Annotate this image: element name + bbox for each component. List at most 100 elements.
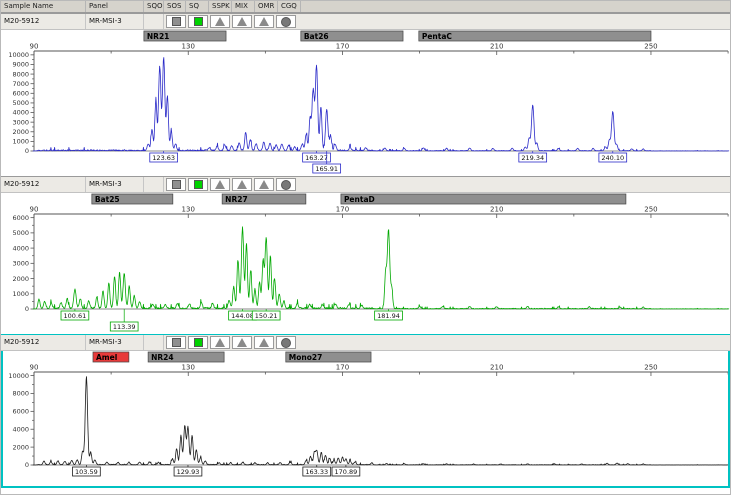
column-header-cgq[interactable]: CGQ [278, 1, 301, 12]
x-tick-label: 210 [490, 206, 503, 214]
x-tick-label: 170 [336, 43, 349, 51]
peak-size-label: 240.10 [601, 154, 624, 162]
sos-flag[interactable] [166, 336, 186, 349]
mix-flag-icon [237, 17, 247, 26]
sample-row[interactable]: M20-5912 MR-MSI-3 [1, 14, 730, 30]
electropherogram-trace [33, 227, 729, 309]
quality-flags [166, 178, 298, 191]
peak-size-label: 181.94 [377, 312, 400, 320]
peak-size-label: 150.21 [255, 312, 278, 320]
marker-label: NR21 [147, 32, 170, 41]
sq-flag[interactable] [188, 15, 208, 28]
cgq-flag[interactable] [276, 15, 296, 28]
y-tick-label: 7000 [12, 80, 29, 88]
panel-name[interactable]: MR-MSI-3 [86, 177, 144, 192]
header-filler [301, 1, 730, 12]
quality-flags [166, 336, 298, 349]
column-header-sample-name[interactable]: Sample Name [1, 1, 86, 12]
sos-flag-icon [172, 180, 181, 189]
column-header-omr[interactable]: OMR [255, 1, 278, 12]
y-tick-label: 0 [25, 461, 29, 469]
y-tick-label: 4000 [12, 244, 29, 252]
peak-size-label: 163.27 [305, 154, 328, 162]
x-tick-label: 90 [30, 364, 39, 372]
sos-flag[interactable] [166, 15, 186, 28]
peak-size-label: 103.59 [75, 468, 98, 476]
electropherogram-plot[interactable]: Bat25NR27PentaD9013017021025060005000400… [1, 193, 731, 334]
column-header-sqo[interactable]: SQO [144, 1, 164, 12]
sos-flag[interactable] [166, 178, 186, 191]
sspk-flag[interactable] [210, 336, 230, 349]
mix-flag[interactable] [232, 178, 252, 191]
y-tick-label: 1000 [12, 290, 29, 298]
sample-name[interactable]: M20-5912 [1, 335, 86, 350]
x-tick-label: 250 [644, 43, 657, 51]
x-tick-label: 170 [336, 364, 349, 372]
column-header-panel[interactable]: Panel [86, 1, 144, 12]
omr-flag-icon [259, 180, 269, 189]
y-tick-label: 6000 [12, 214, 29, 222]
cgq-flag[interactable] [276, 178, 296, 191]
sqo-cell [144, 177, 164, 192]
column-header-sspk[interactable]: SSPK [209, 1, 232, 12]
column-header-sq[interactable]: SQ [186, 1, 209, 12]
mix-flag[interactable] [232, 15, 252, 28]
sos-flag-icon [172, 17, 181, 26]
electropherogram-plot[interactable]: NR21Bat26PentaC9013017021025010000900080… [1, 30, 731, 176]
peak-size-label: 123.63 [152, 154, 175, 162]
column-header-mix[interactable]: MIX [232, 1, 255, 12]
x-tick-label: 90 [30, 206, 39, 214]
x-tick-label: 250 [644, 364, 657, 372]
electropherogram-plot[interactable]: AmelNR24Mono2790130170210250100008000600… [1, 351, 731, 488]
omr-flag[interactable] [254, 336, 274, 349]
marker-label: PentaC [422, 32, 453, 41]
electropherogram-trace [33, 58, 729, 152]
sspk-flag-icon [215, 17, 225, 26]
sample-row[interactable]: M20-5912 MR-MSI-3 [1, 177, 730, 193]
x-tick-label: 90 [30, 43, 39, 51]
electropherogram-panel-blue[interactable]: M20-5912 MR-MSI-3 NR21Bat26PentaC9013017… [1, 13, 730, 176]
sspk-flag[interactable] [210, 178, 230, 191]
peak-size-label: 219.34 [521, 154, 544, 162]
sspk-flag[interactable] [210, 15, 230, 28]
x-tick-label: 170 [336, 206, 349, 214]
column-header-sos[interactable]: SOS [164, 1, 186, 12]
panel-name[interactable]: MR-MSI-3 [86, 335, 144, 350]
y-tick-label: 1000 [12, 138, 29, 146]
cgq-flag[interactable] [276, 336, 296, 349]
sqo-cell [144, 335, 164, 350]
sspk-flag-icon [215, 180, 225, 189]
y-tick-label: 9000 [12, 61, 29, 69]
mix-flag[interactable] [232, 336, 252, 349]
x-tick-label: 210 [490, 364, 503, 372]
peak-size-label: 163.33 [305, 468, 328, 476]
y-tick-label: 10000 [8, 51, 29, 59]
panel-name[interactable]: MR-MSI-3 [86, 14, 144, 29]
sos-flag-icon [172, 338, 181, 347]
marker-bar-pentad[interactable] [341, 194, 626, 204]
y-tick-label: 10000 [8, 372, 29, 380]
x-tick-label: 130 [182, 364, 195, 372]
table-header: Sample Name Panel SQO SOS SQ SSPK MIX OM… [1, 1, 730, 13]
electropherogram-panel-green[interactable]: M20-5912 MR-MSI-3 Bat25NR27PentaD9013017… [1, 176, 730, 334]
marker-bar-pentac[interactable] [419, 31, 651, 41]
sample-name[interactable]: M20-5912 [1, 177, 86, 192]
sq-flag-icon [194, 17, 203, 26]
omr-flag[interactable] [254, 15, 274, 28]
peak-size-label: 113.39 [113, 323, 136, 331]
marker-label: NR24 [151, 353, 174, 362]
sample-name[interactable]: M20-5912 [1, 14, 86, 29]
omr-flag[interactable] [254, 178, 274, 191]
y-tick-label: 5000 [12, 229, 29, 237]
sample-row[interactable]: M20-5912 MR-MSI-3 [1, 335, 730, 351]
y-tick-label: 6000 [12, 408, 29, 416]
peak-size-label: 144.08 [231, 312, 254, 320]
sq-flag[interactable] [188, 336, 208, 349]
sqo-cell [144, 14, 164, 29]
sq-flag[interactable] [188, 178, 208, 191]
electropherogram-panel-black-selected[interactable]: M20-5912 MR-MSI-3 AmelNR24Mono2790130170… [1, 334, 730, 488]
marker-label: Mono27 [289, 353, 323, 362]
y-tick-label: 8000 [12, 390, 29, 398]
y-tick-label: 0 [25, 147, 29, 155]
x-tick-label: 250 [644, 206, 657, 214]
